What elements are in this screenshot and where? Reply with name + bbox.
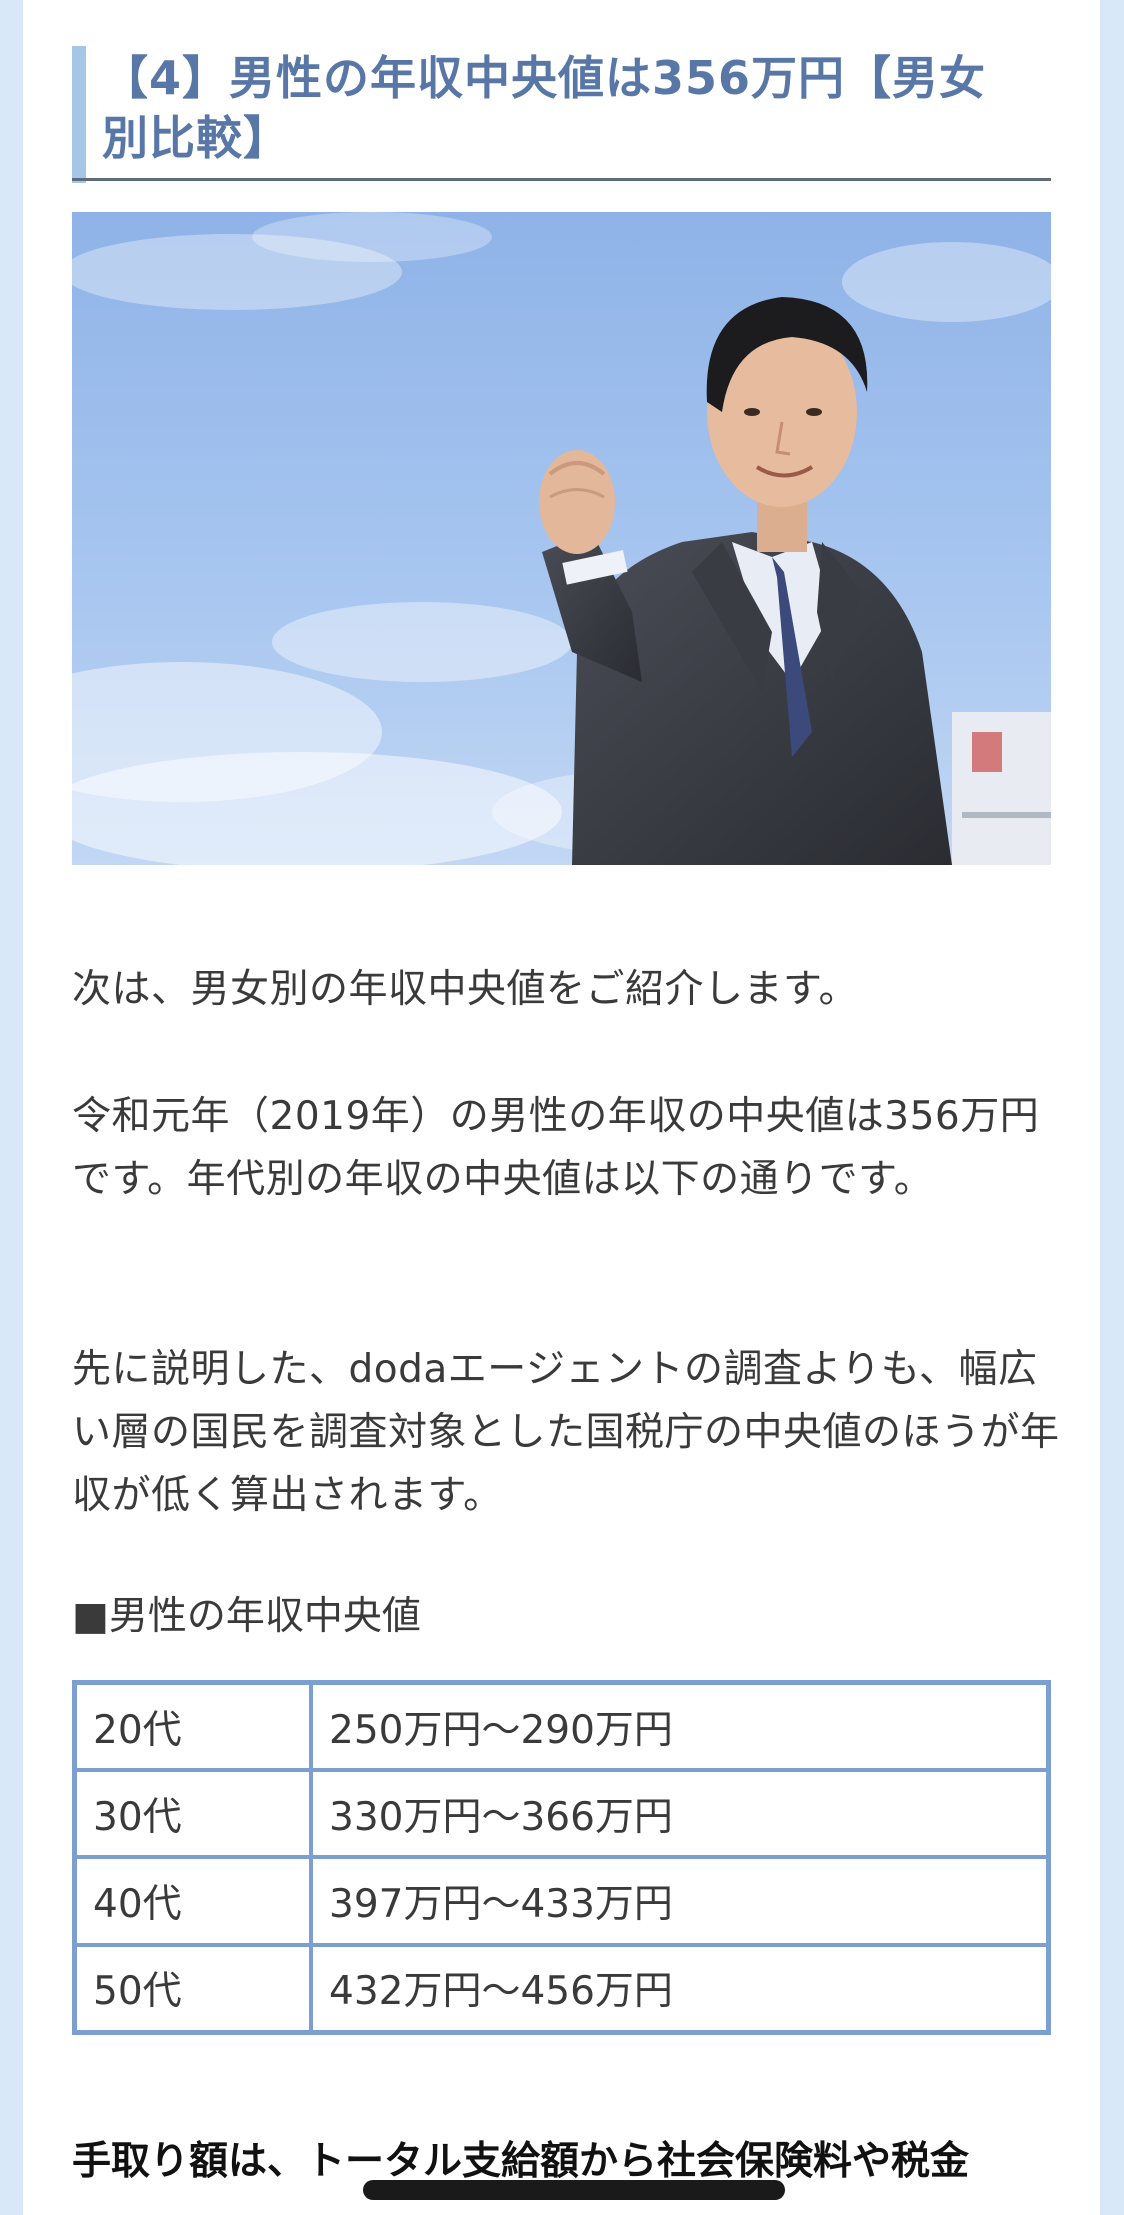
- range-cell: 432万円～456万円: [309, 1942, 1051, 2035]
- scroll-indicator-bar: [363, 2180, 785, 2200]
- hero-image: [72, 212, 1051, 865]
- range-cell: 250万円～290万円: [309, 1680, 1051, 1773]
- median-paragraph: 令和元年（2019年）の男性の年収の中央値は356万円です。年代別の年収の中央値…: [72, 1094, 1040, 1202]
- age-cell: 20代: [72, 1680, 313, 1773]
- table-row: 20代 250万円～290万円: [72, 1680, 1051, 1773]
- businessman-photo-icon: [72, 212, 1051, 865]
- article-content: 【4】男性の年収中央値は356万円【男女別比較】 次は、男女別の年収中央値をご紹…: [23, 0, 1100, 2215]
- range-cell: 330万円～366万円: [309, 1768, 1051, 1860]
- range-cell: 397万円～433万円: [309, 1855, 1051, 1947]
- table-title: ■男性の年収中央値: [72, 1594, 421, 1639]
- table-row: 50代 432万円～456万円: [72, 1942, 1051, 2035]
- comparison-paragraph: 先に説明した、dodaエージェントの調査よりも、幅広い層の国民を調査対象とした国…: [72, 1347, 1060, 1518]
- heading-divider: [72, 178, 1051, 181]
- salary-table: 20代 250万円～290万円 30代 330万円～366万円 40代 397万…: [72, 1680, 1051, 2035]
- intro-paragraph: 次は、男女別の年収中央値をご紹介します。: [72, 967, 859, 1012]
- table-row: 30代 330万円～366万円: [72, 1768, 1051, 1860]
- age-cell: 40代: [72, 1855, 313, 1947]
- age-cell: 50代: [72, 1942, 313, 2035]
- age-cell: 30代: [72, 1768, 313, 1860]
- table-row: 40代 397万円～433万円: [72, 1855, 1051, 1947]
- section-heading: 【4】男性の年収中央値は356万円【男女別比較】: [72, 46, 1003, 184]
